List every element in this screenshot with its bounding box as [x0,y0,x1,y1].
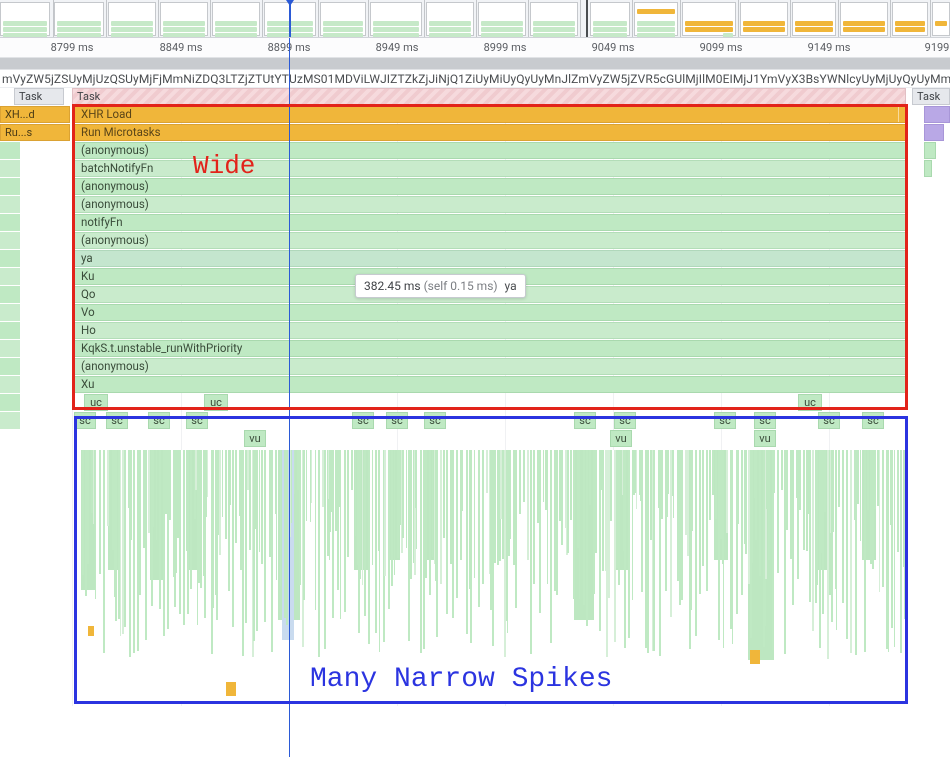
flame-tooltip: 382.45 ms (self 0.15 ms) ya [355,274,526,298]
flame-row-unstable-run[interactable]: KqkS.t.unstable_runWithPriority [74,340,906,357]
flame-row-batchnotifyfn[interactable]: batchNotifyFn [74,160,906,177]
chip-sc[interactable]: sc [754,412,776,429]
chip-sc[interactable]: sc [148,412,170,429]
narrow-spikes-area[interactable] [78,450,906,702]
ruler-tick: 8999 ms [484,41,527,54]
playhead-line [289,38,290,757]
chip-uc[interactable]: uc [204,394,228,411]
flame-block-xhr-left[interactable]: XH...d [0,106,70,123]
flame-row-anonymous[interactable]: (anonymous) [74,196,906,213]
ruler-tick: 9099 ms [700,41,743,54]
chip-sc[interactable]: sc [714,412,736,429]
flame-block-green[interactable] [924,160,932,177]
chip-vu[interactable]: vu [244,430,266,447]
timeline-cursor[interactable] [289,0,291,37]
performance-minimap[interactable] [0,0,950,38]
flame-block-green[interactable] [924,142,936,159]
small-row-sc[interactable]: sc sc sc sc sc sc sc sc sc sc sc sc sc [74,412,906,429]
flame-row-xu[interactable]: Xu [74,376,906,393]
flame-block-run-left[interactable]: Ru...s [0,124,70,141]
chip-sc[interactable]: sc [818,412,840,429]
flame-row-ya[interactable]: ya [74,250,906,267]
tooltip-fn: ya [505,279,517,293]
chip-sc[interactable]: sc [614,412,636,429]
flame-row-anonymous[interactable]: (anonymous) [74,142,906,159]
small-row-vu[interactable]: vu vu vu [74,430,906,447]
chip-sc[interactable]: sc [106,412,128,429]
chip-vu[interactable]: vu [610,430,632,447]
chip-sc[interactable]: sc [424,412,446,429]
chip-vu[interactable]: vu [754,430,776,447]
chip-sc[interactable]: sc [352,412,374,429]
chip-uc[interactable]: uc [798,394,822,411]
flame-block-purple[interactable] [924,106,950,123]
flame-row-run-microtasks[interactable]: Run Microtasks [74,124,906,141]
flame-row-notifyfn[interactable]: notifyFn [74,214,906,231]
flame-block-purple[interactable] [924,124,944,141]
ruler-tick: 9149 ms [808,41,851,54]
ruler-tick: 9049 ms [592,41,635,54]
ruler-tick: 8949 ms [376,41,419,54]
chip-uc[interactable]: uc [84,394,108,411]
chip-sc[interactable]: sc [186,412,208,429]
ruler-tick: 9199 [925,41,950,54]
chip-sc[interactable]: sc [574,412,596,429]
small-row-uc[interactable]: uc uc uc [74,394,906,411]
chip-sc[interactable]: sc [74,412,96,429]
scrub-bar[interactable] [0,58,950,70]
ruler-tick: 8849 ms [160,41,203,54]
flame-row-ho[interactable]: Ho [74,322,906,339]
flame-row-anonymous[interactable]: (anonymous) [74,178,906,195]
time-ruler[interactable]: 8799 ms 8849 ms 8899 ms 8949 ms 8999 ms … [0,38,950,58]
tooltip-self: (self 0.15 ms) [424,279,498,293]
flame-chart[interactable]: Task Task Task XH...d Ru...s XHR Load Ru [0,88,950,706]
task-block[interactable]: Task [14,88,64,105]
task-block[interactable]: Task [912,88,950,105]
token-strip: mVyZW5jZSUyMjUzQSUyMjFjMmNiZDQ3LTZjZTUtY… [0,70,950,88]
task-block-long[interactable]: Task [72,88,906,105]
flame-row-anonymous[interactable]: (anonymous) [74,358,906,375]
flame-stack-wide[interactable]: XHR Load Run Microtasks (anonymous) batc… [74,106,906,394]
chip-sc[interactable]: sc [862,412,884,429]
chip-sc[interactable]: sc [386,412,408,429]
tooltip-duration: 382.45 ms [364,279,421,293]
flame-row-anonymous[interactable]: (anonymous) [74,232,906,249]
flame-row-vo[interactable]: Vo [74,304,906,321]
ruler-tick: 8799 ms [51,41,94,54]
flame-row-xhr-load[interactable]: XHR Load [74,106,906,123]
